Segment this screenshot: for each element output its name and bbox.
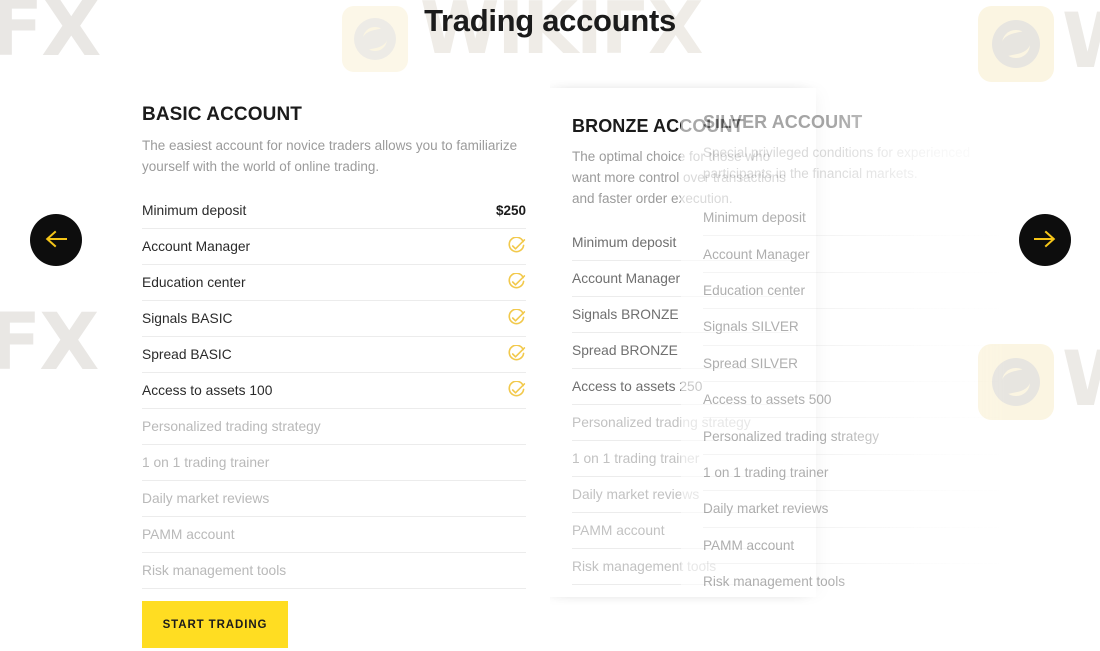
feature-label: Account Manager <box>703 246 810 262</box>
carousel-prev-button[interactable] <box>30 214 82 266</box>
feature-row: Spread SILVER <box>703 346 999 382</box>
feature-label: Personalized trading strategy <box>703 428 880 444</box>
feature-row: Spread BASIC <box>142 337 526 373</box>
check-circle-icon <box>507 381 526 400</box>
start-trading-button[interactable]: START TRADING <box>142 601 288 648</box>
arrow-right-icon <box>1033 229 1057 252</box>
feature-label: Risk management tools <box>703 574 846 590</box>
feature-label: Minimum deposit <box>572 235 677 250</box>
feature-label: Signals BASIC <box>142 311 233 326</box>
feature-row: Education center <box>142 265 526 301</box>
feature-label: Daily market reviews <box>142 491 270 506</box>
feature-label: PAMM account <box>703 537 795 553</box>
check-circle-icon <box>507 237 526 256</box>
card-description: Special privileged conditions for experi… <box>703 145 971 181</box>
feature-label: Education center <box>703 282 806 298</box>
carousel-next-button[interactable] <box>1019 214 1071 266</box>
feature-label: Spread BRONZE <box>572 343 678 358</box>
account-card-basic[interactable]: BASIC ACCOUNT The easiest account for no… <box>118 78 550 618</box>
feature-list: Minimum deposit Account Manager Education … <box>703 200 999 601</box>
feature-row: PAMM account <box>142 517 526 553</box>
feature-list: Minimum deposit $250 Account Manager Educat… <box>142 193 526 589</box>
card-description: The easiest account for novice traders a… <box>142 138 518 174</box>
feature-row: Access to assets 100 <box>142 373 526 409</box>
watermark-text-fx-left: FX <box>0 298 99 388</box>
feature-label: Minimum deposit <box>703 210 806 226</box>
feature-row: Personalized trading strategy <box>703 418 999 455</box>
watermark-letter-w-right: W <box>1062 334 1100 423</box>
arrow-left-icon <box>44 229 68 252</box>
feature-row: Risk management tools <box>142 553 526 589</box>
feature-label: Spread BASIC <box>142 347 232 362</box>
page-title: Trading accounts <box>424 3 676 38</box>
feature-row: Access to assets 500 <box>703 382 999 419</box>
feature-label: Account Manager <box>572 271 681 286</box>
feature-label: Access to assets 100 <box>142 383 273 398</box>
feature-label: Daily market reviews <box>703 501 829 517</box>
feature-label: 1 on 1 trading trainer <box>703 464 829 480</box>
check-circle-icon <box>507 273 526 292</box>
feature-row: PAMM account <box>703 528 999 564</box>
feature-label: Signals SILVER <box>703 319 799 335</box>
feature-value: $250 <box>495 203 526 218</box>
card-title: BASIC ACCOUNT <box>142 104 302 125</box>
card-title: SILVER ACCOUNT <box>703 112 863 132</box>
account-card-silver[interactable]: SILVER ACCOUNT Special privileged condit… <box>681 88 1021 601</box>
feature-row: Signals SILVER <box>703 309 999 346</box>
feature-label: Personalized trading strategy <box>142 419 321 434</box>
feature-label: Account Manager <box>142 239 251 254</box>
feature-label: Spread SILVER <box>703 355 798 371</box>
feature-row: 1 on 1 trading trainer <box>703 455 999 492</box>
feature-label: Minimum deposit <box>142 203 247 218</box>
feature-row: Minimum deposit $250 <box>142 193 526 229</box>
feature-label: Signals BRONZE <box>572 307 679 322</box>
feature-row: Education center <box>703 273 999 310</box>
feature-label: PAMM account <box>142 527 235 542</box>
feature-row: Daily market reviews <box>703 491 999 528</box>
feature-row: 1 on 1 trading trainer <box>142 445 526 481</box>
feature-row: Daily market reviews <box>142 481 526 517</box>
feature-row: Minimum deposit <box>703 200 999 237</box>
feature-row: Risk management tools <box>703 564 999 601</box>
feature-label: Education center <box>142 275 246 290</box>
feature-label: Access to assets 500 <box>703 392 832 408</box>
feature-row: Personalized trading strategy <box>142 409 526 445</box>
feature-label: PAMM account <box>572 523 665 538</box>
check-circle-icon <box>507 309 526 328</box>
feature-row: Signals BASIC <box>142 301 526 337</box>
feature-row: Account Manager <box>703 236 999 273</box>
check-circle-icon <box>507 345 526 364</box>
feature-label: Risk management tools <box>142 563 287 578</box>
feature-label: 1 on 1 trading trainer <box>142 455 270 470</box>
feature-row: Account Manager <box>142 229 526 265</box>
